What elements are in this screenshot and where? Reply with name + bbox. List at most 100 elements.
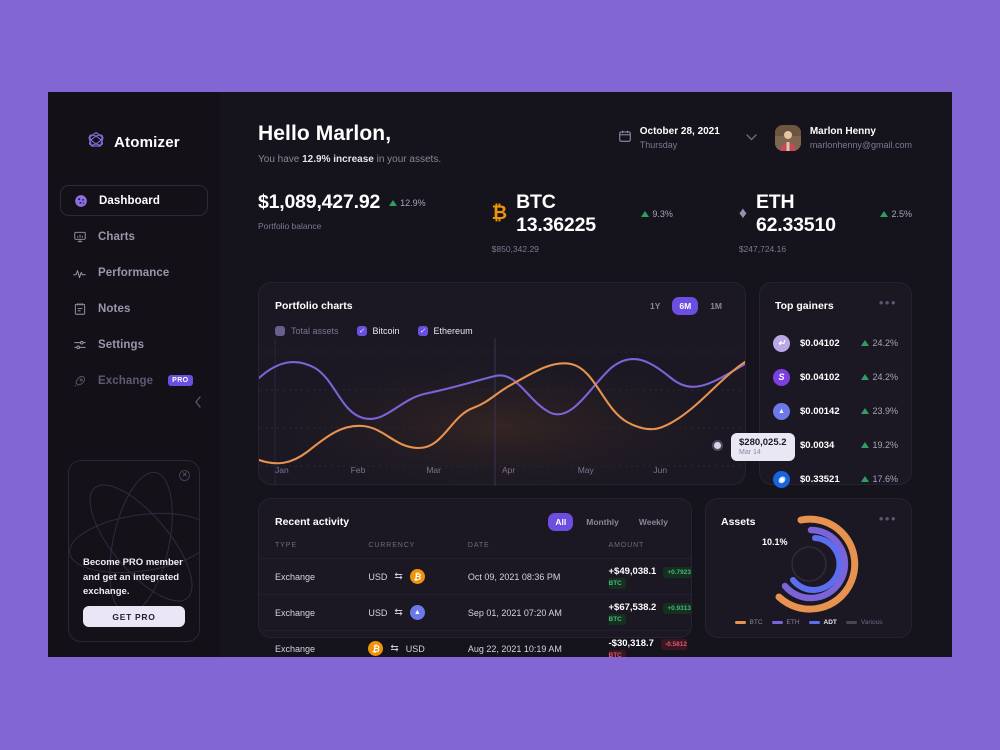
gainer-price: $0.33521	[800, 473, 840, 485]
pro-badge: PRO	[168, 375, 193, 386]
range-1y[interactable]: 1Y	[643, 297, 667, 315]
panel-title: Portfolio charts	[275, 300, 353, 312]
bitcoin-icon: ₿	[491, 203, 508, 224]
sidebar-item-settings[interactable]: Settings	[60, 329, 208, 360]
swap-arrows-icon: ⇆	[394, 607, 403, 618]
cell-currency: ₿ ⇆ USD	[368, 630, 468, 657]
coin-purple-icon: S	[773, 368, 790, 386]
gainer-pct: 24.2%	[861, 372, 898, 382]
gainer-pct: 17.6%	[861, 474, 898, 484]
x-tick: Jan	[275, 465, 289, 475]
x-tick: Apr	[502, 465, 516, 475]
legend-adt[interactable]: ADT	[808, 619, 837, 626]
user-email: marlonhenny@gmail.com	[809, 140, 912, 150]
atom-star-icon	[86, 130, 106, 155]
bitcoin-icon: ₿	[409, 569, 425, 584]
range-6m[interactable]: 6M	[672, 297, 699, 315]
sidebar-item-label: Notes	[98, 302, 131, 315]
stat-value: $1,089,427.92	[258, 191, 381, 213]
legend-total-assets[interactable]: Total assets	[275, 326, 339, 336]
line-chart	[257, 338, 747, 486]
legend-various[interactable]: Various	[845, 619, 882, 626]
sidebar-item-exchange[interactable]: Exchange PRO	[60, 365, 208, 396]
promo-close-icon[interactable]: ✕	[179, 470, 190, 481]
gainers-list: ↵ $0.04102 24.2% S $0.04102 24.2% ▲ $0.0…	[760, 326, 911, 496]
chart-tooltip: $280,025.2 Mar 14	[731, 433, 795, 461]
cell-type: Exchange	[259, 558, 369, 595]
column-currency: CURRENCY	[368, 542, 416, 549]
stat-delta: 2.5%	[880, 209, 912, 219]
filter-all[interactable]: All	[548, 513, 574, 531]
assets-panel: Assets ••• 10.1% BTC ETH ADT Various	[705, 498, 912, 638]
more-dots-icon[interactable]: •••	[879, 511, 897, 526]
table-row[interactable]: Exchange ₿ ⇆ USD Aug 22, 2021 10:19 AM -$3…	[259, 630, 691, 657]
cell-currency: USD ⇆ ▲	[368, 594, 468, 631]
sidebar-item-label: Performance	[98, 266, 170, 279]
cell-amount: -$30,318.7 -0.5812 BTC	[608, 630, 691, 657]
date-picker[interactable]: October 28, 2021 Thursday	[618, 126, 720, 150]
brand-name: Atomizer	[114, 134, 180, 151]
legend-eth[interactable]: ETH	[771, 619, 800, 626]
more-dots-icon[interactable]: •••	[879, 295, 897, 310]
table-row[interactable]: Exchange USD ⇆ ▲ Sep 01, 2021 07:20 AM +$6…	[259, 594, 691, 631]
user-profile[interactable]: Marlon Henny marlonhenny@gmail.com	[774, 125, 912, 151]
cell-type: Exchange	[259, 630, 369, 657]
pulse-line-icon	[72, 265, 87, 280]
x-tick: Jun	[653, 465, 668, 475]
stat-btc: ₿ BTC 13.36225 9.3% $850,342.29	[492, 191, 673, 254]
avatar	[774, 125, 801, 151]
gainer-price: $0.04102	[800, 371, 840, 383]
gainer-price: $0.00142	[800, 405, 840, 417]
tooltip-date: Mar 14	[739, 449, 761, 456]
sidebar-item-label: Charts	[98, 230, 136, 243]
tooltip-value: $280,025.2	[739, 437, 787, 448]
dashboard-circle-icon	[73, 193, 88, 208]
sidebar-item-performance[interactable]: Performance	[60, 257, 208, 288]
stat-portfolio-balance: $1,089,427.92 12.9% Portfolio balance	[258, 191, 426, 254]
x-tick: May	[577, 465, 594, 475]
list-item[interactable]: ▲ $0.00142 23.9%	[760, 394, 911, 428]
user-name: Marlon Henny	[809, 126, 876, 137]
brand: Atomizer	[48, 92, 220, 155]
sliders-icon	[72, 337, 87, 352]
gainer-price: $0.0034	[800, 439, 835, 451]
filter-weekly[interactable]: Weekly	[632, 513, 675, 531]
main-content: Hello Marlon, You have 12.9% increase in…	[220, 92, 952, 657]
filter-monthly[interactable]: Monthly	[579, 513, 626, 531]
sidebar-item-dashboard[interactable]: Dashboard	[60, 185, 208, 216]
stat-sublabel: $247,724.16	[738, 244, 787, 254]
gainer-price: $0.04102	[800, 337, 840, 349]
list-item[interactable]: S $0.04102 24.2%	[760, 360, 911, 394]
panel-title: Recent activity	[275, 516, 350, 528]
legend-ethereum[interactable]: ✓ Ethereum	[417, 326, 473, 336]
range-1m[interactable]: 1M	[703, 297, 729, 315]
column-date: DATE	[467, 542, 490, 549]
cell-amount: +$49,038.1 +0.7923 BTC	[608, 558, 691, 595]
list-item[interactable]: ↵ $0.04102 24.2%	[760, 326, 911, 360]
sidebar-item-label: Exchange	[98, 374, 154, 387]
swap-arrows-icon: ⇆	[390, 643, 399, 654]
chevron-down-icon[interactable]	[746, 133, 757, 143]
legend-bitcoin[interactable]: ✓ Bitcoin	[356, 326, 400, 336]
cell-date: Oct 09, 2021 08:36 PM	[467, 558, 609, 595]
assets-legend: BTC ETH ADT Various	[706, 619, 911, 626]
sidebar-item-charts[interactable]: Charts	[60, 221, 208, 252]
cell-amount: +$67,538.2 +0.9313 BTC	[608, 594, 691, 631]
column-type: TYPE	[275, 542, 297, 549]
x-axis: Jan Feb Mar Apr May Jun	[275, 465, 729, 475]
recent-activity-panel: Recent activity All Monthly Weekly TYPE …	[258, 498, 692, 657]
activity-table: TYPE CURRENCY DATE AMOUNT Exchange USD ⇆ ₿…	[259, 542, 691, 657]
panel-title: Top gainers	[775, 300, 834, 312]
coin-violet-icon: ▲	[773, 402, 790, 420]
donut-chart	[750, 511, 868, 622]
list-item[interactable]: ◉ $0.33521 17.6%	[760, 462, 911, 496]
get-pro-button[interactable]: GET PRO	[83, 606, 185, 627]
coin-brightblue-icon: ◉	[773, 470, 790, 488]
table-header-row: TYPE CURRENCY DATE AMOUNT	[259, 542, 691, 559]
gainer-pct: 19.2%	[861, 440, 898, 450]
legend-btc[interactable]: BTC	[734, 619, 763, 626]
sidebar-item-notes[interactable]: Notes	[60, 293, 208, 324]
sidebar-collapse-button[interactable]	[194, 396, 202, 411]
activity-filters: All Monthly Weekly	[548, 513, 675, 531]
table-row[interactable]: Exchange USD ⇆ ₿ Oct 09, 2021 08:36 PM +$4…	[259, 558, 691, 595]
